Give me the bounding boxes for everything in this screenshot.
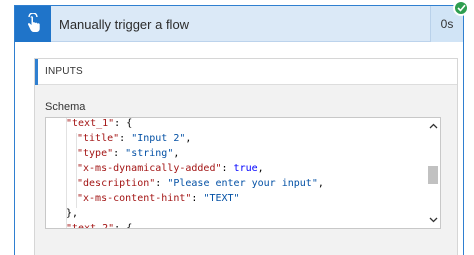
code-line: "type": "string", (77, 148, 180, 159)
code-line: "title": "Input 2", (77, 133, 192, 144)
code-line: "text_2": { (66, 223, 133, 229)
chevron-up-icon (429, 123, 437, 129)
code-line: "x-ms-content-hint": "TEXT" (77, 193, 240, 204)
schema-code-editor[interactable]: "text_1": { "title": "Input 2", "type": … (45, 117, 441, 229)
editor-scrollbar[interactable] (426, 118, 440, 228)
trigger-card: Manually trigger a flow 0s INPUTS Schema… (14, 5, 464, 255)
scroll-down-button[interactable] (427, 214, 439, 226)
trigger-header[interactable]: Manually trigger a flow 0s (15, 6, 463, 42)
inputs-accent-bar (35, 59, 38, 85)
success-check-icon (453, 0, 469, 16)
code-lines: "text_1": { "title": "Input 2", "type": … (46, 118, 426, 229)
check-icon (456, 4, 466, 12)
scroll-up-button[interactable] (427, 120, 439, 132)
touch-hand-icon (27, 13, 40, 32)
trigger-title: Manually trigger a flow (59, 17, 190, 32)
code-line: "description": "Please enter your input"… (77, 178, 324, 189)
schema-label: Schema (45, 101, 86, 113)
code-line: }, (66, 208, 79, 219)
trigger-icon-box (15, 6, 51, 42)
inputs-panel: INPUTS Schema "text_1": { "title": "Inpu… (34, 58, 458, 255)
code-line: "text_1": { (66, 118, 133, 129)
inputs-section-label: INPUTS (45, 66, 83, 77)
inputs-section-header[interactable]: INPUTS (35, 59, 457, 85)
code-line: "x-ms-dynamically-added": true, (77, 163, 264, 174)
scroll-thumb[interactable] (428, 166, 438, 184)
chevron-down-icon (429, 217, 437, 223)
